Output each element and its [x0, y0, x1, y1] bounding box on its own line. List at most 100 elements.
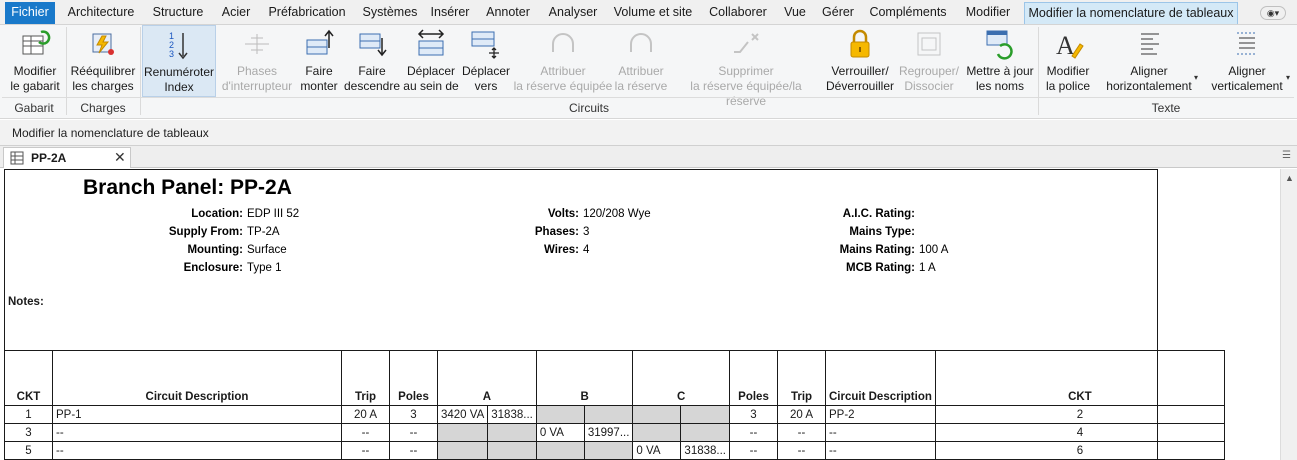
table-cell[interactable]: 31997...: [583, 423, 634, 442]
table-cell[interactable]: [535, 405, 585, 424]
move-down-button[interactable]: Faire descendre: [343, 25, 401, 97]
table-cell[interactable]: 31838...: [487, 405, 537, 424]
update-names-button[interactable]: Mettre à jour les noms: [962, 25, 1038, 97]
column-header[interactable]: Trip: [341, 350, 390, 406]
tab-inserer[interactable]: Insérer: [428, 2, 472, 24]
tab-annoter[interactable]: Annoter: [481, 2, 535, 24]
vertical-scrollbar[interactable]: ▲: [1280, 169, 1297, 460]
table-cell[interactable]: --: [389, 441, 438, 460]
table-cell[interactable]: 3: [729, 405, 778, 424]
renumber-index-button[interactable]: 1 2 3 Renuméroter Index: [142, 25, 216, 97]
table-cell[interactable]: [436, 441, 489, 460]
column-header[interactable]: Circuit Description: [825, 350, 936, 406]
column-header[interactable]: Trip: [777, 350, 826, 406]
tab-architecture[interactable]: Architecture: [62, 2, 140, 24]
group-ungroup-button[interactable]: Regrouper/ Dissocier: [898, 25, 960, 97]
tab-fichier[interactable]: Fichier: [5, 2, 55, 24]
table-cell[interactable]: [487, 423, 537, 442]
table-cell[interactable]: 6: [934, 441, 1225, 460]
align-vertical-button[interactable]: Aligner verticalement ▾: [1202, 25, 1292, 97]
tab-list-menu-icon[interactable]: ☰: [1282, 150, 1291, 161]
table-row[interactable]: 3 -- -- -- 0 VA 31997... -- -- -- 4: [4, 423, 1273, 442]
tab-gerer[interactable]: Gérer: [819, 2, 857, 24]
tab-acier[interactable]: Acier: [216, 2, 256, 24]
table-cell[interactable]: --: [777, 423, 826, 442]
table-cell[interactable]: 3: [389, 405, 438, 424]
edit-template-button[interactable]: Modifier le gabarit: [4, 25, 66, 97]
tab-analyser[interactable]: Analyser: [545, 2, 601, 24]
table-cell[interactable]: --: [825, 441, 936, 460]
table-cell[interactable]: 4: [934, 423, 1225, 442]
table-cell[interactable]: [680, 423, 730, 442]
table-cell[interactable]: [632, 405, 682, 424]
tab-prefabrication[interactable]: Préfabrication: [263, 2, 351, 24]
table-cell[interactable]: --: [341, 423, 390, 442]
close-icon[interactable]: ✕: [114, 149, 126, 166]
table-cell[interactable]: --: [341, 441, 390, 460]
column-header[interactable]: Circuit Description: [52, 350, 342, 406]
document-tab-pp-2a[interactable]: PP-2A ✕: [3, 147, 131, 168]
table-cell[interactable]: [583, 441, 634, 460]
table-cell[interactable]: 3420 VA: [436, 405, 489, 424]
switch-phases-button[interactable]: Phases d'interrupteur: [218, 25, 296, 97]
table-cell[interactable]: [583, 405, 634, 424]
assign-spare-button[interactable]: Attribuer la réserve équipée: [513, 25, 613, 97]
ribbon-minimize-toggle[interactable]: ◉▾: [1260, 6, 1286, 20]
align-horizontal-icon: [1141, 33, 1159, 55]
table-cell[interactable]: 1: [4, 405, 53, 424]
chevron-down-icon[interactable]: ▾: [1286, 73, 1290, 82]
remove-spare-button[interactable]: Supprimer la réserve équipée/la réserve: [670, 25, 822, 108]
tab-modifier-nomenclature-tableaux[interactable]: Modifier la nomenclature de tableaux: [1024, 2, 1238, 24]
table-cell[interactable]: 0 VA: [535, 423, 585, 442]
table-cell[interactable]: 20 A: [341, 405, 390, 424]
table-cell[interactable]: [680, 405, 730, 424]
chevron-down-icon[interactable]: ▾: [1194, 73, 1198, 82]
table-cell[interactable]: --: [389, 423, 438, 442]
wires-label: Wires:: [543, 244, 579, 256]
table-cell[interactable]: 20 A: [777, 405, 826, 424]
move-across-button[interactable]: Déplacer au sein de: [402, 25, 460, 97]
align-horizontal-button[interactable]: Aligner horizontalement ▾: [1098, 25, 1200, 97]
table-cell[interactable]: 0 VA: [632, 441, 682, 460]
table-cell[interactable]: [632, 423, 682, 442]
table-cell[interactable]: 3: [4, 423, 53, 442]
table-cell[interactable]: 5: [4, 441, 53, 460]
table-row[interactable]: 1 PP-1 20 A 3 3420 VA 31838... 3 20 A PP…: [4, 405, 1273, 424]
tab-collaborer[interactable]: Collaborer: [703, 2, 773, 24]
move-up-button[interactable]: Faire monter: [296, 25, 342, 97]
rebalance-loads-button[interactable]: Rééquilibrer les charges: [67, 25, 139, 97]
scroll-up-icon[interactable]: ▲: [1285, 173, 1294, 183]
lock-unlock-button[interactable]: Verrouiller/ Déverrouiller: [824, 25, 896, 97]
table-cell[interactable]: --: [52, 441, 342, 460]
column-header[interactable]: B: [535, 350, 634, 406]
table-cell[interactable]: PP-1: [52, 405, 342, 424]
table-cell[interactable]: --: [729, 423, 778, 442]
table-cell[interactable]: 2: [934, 405, 1225, 424]
column-header[interactable]: C: [632, 350, 730, 406]
table-cell[interactable]: PP-2: [825, 405, 936, 424]
tab-complements[interactable]: Compléments: [867, 2, 949, 24]
edit-font-button[interactable]: A Modifier la police: [1040, 25, 1096, 97]
column-header[interactable]: A: [437, 350, 537, 406]
table-cell[interactable]: --: [729, 441, 778, 460]
column-header[interactable]: Poles: [729, 350, 778, 406]
column-header[interactable]: Poles: [389, 350, 438, 406]
table-cell[interactable]: [487, 441, 537, 460]
tab-structure[interactable]: Structure: [147, 2, 209, 24]
table-cell[interactable]: [436, 423, 489, 442]
tab-modifier[interactable]: Modifier: [960, 2, 1016, 24]
table-cell[interactable]: --: [52, 423, 342, 442]
table-row[interactable]: 5 -- -- -- 0 VA 31838... -- -- -- 6: [4, 441, 1273, 460]
tab-volume-et-site[interactable]: Volume et site: [610, 2, 696, 24]
tab-systemes[interactable]: Systèmes: [358, 2, 422, 24]
table-cell[interactable]: --: [777, 441, 826, 460]
switch-phases-icon: [245, 34, 269, 54]
assign-space-button[interactable]: Attribuer la réserve: [614, 25, 668, 97]
table-cell[interactable]: 31838...: [680, 441, 730, 460]
column-header[interactable]: CKT: [4, 350, 53, 406]
table-cell[interactable]: --: [825, 423, 936, 442]
column-header[interactable]: CKT: [934, 350, 1225, 406]
tab-vue[interactable]: Vue: [780, 2, 810, 24]
move-to-button[interactable]: Déplacer vers: [461, 25, 511, 97]
table-cell[interactable]: [535, 441, 585, 460]
